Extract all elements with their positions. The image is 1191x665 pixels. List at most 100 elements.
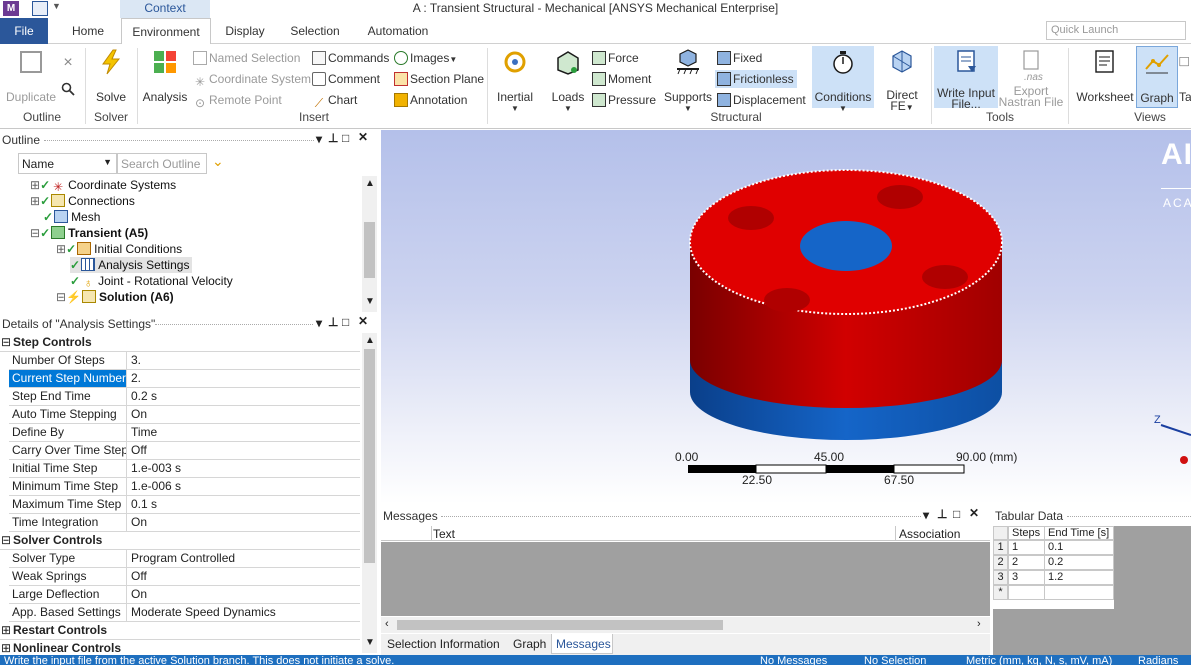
tab-selection-information[interactable]: Selection Information [387, 637, 500, 651]
detail-row[interactable]: Time Integration On [9, 514, 360, 532]
bolt-hole[interactable] [922, 265, 968, 289]
detail-row[interactable]: Step End Time 0.2 s [9, 388, 360, 406]
pin-icon[interactable]: ⊥ [937, 507, 947, 521]
tree-item-solution[interactable]: ⊟⚡ Solution (A6) [56, 289, 174, 305]
bolt-hole[interactable] [877, 185, 923, 209]
frictionless-button[interactable]: Frictionless [715, 70, 797, 88]
worksheet-button[interactable]: Worksheet [1074, 48, 1136, 104]
section-step-controls[interactable]: ⊟ Step Controls [0, 334, 360, 352]
tab-selection[interactable]: Selection [280, 18, 350, 44]
pin-icon[interactable]: ⊥ [328, 315, 338, 329]
tree-item-transient[interactable]: ⊟✓ Transient (A5) [30, 225, 148, 241]
force-button[interactable]: Force [592, 49, 639, 67]
tree-item-analysis-settings[interactable]: ✓ Analysis Settings [70, 257, 193, 273]
close-icon[interactable]: ✕ [969, 506, 979, 520]
column-text[interactable]: Text [433, 527, 455, 541]
section-restart-controls[interactable]: ⊞ Restart Controls [0, 622, 360, 640]
detail-row[interactable]: App. Based Settings Moderate Speed Dynami… [9, 604, 360, 622]
annotation-button[interactable]: Annotation [394, 91, 467, 109]
bolt-hole[interactable] [728, 206, 774, 230]
tab-messages[interactable]: Messages [551, 634, 613, 654]
cell-step[interactable]: 1 [1008, 540, 1045, 555]
messages-list[interactable] [381, 542, 990, 616]
close-icon[interactable]: ✕ [358, 130, 368, 144]
tree-item-mesh[interactable]: ✓ Mesh [43, 209, 100, 225]
new-row-marker[interactable]: * [993, 585, 1008, 600]
pin-icon[interactable]: ⊥ [328, 131, 338, 145]
section-plane-button[interactable]: Section Plane [394, 70, 484, 88]
filter-expand-icon[interactable]: ⌄ [212, 153, 224, 170]
detail-row[interactable]: Maximum Time Step 0.1 s [9, 496, 360, 514]
maximize-icon[interactable]: □ [342, 131, 349, 145]
chart-button[interactable]: ⟋ Chart [312, 91, 358, 110]
column-steps[interactable]: Steps [1008, 526, 1045, 540]
details-scrollbar[interactable]: ▲ ▼ [362, 333, 377, 653]
detail-row[interactable]: Auto Time Stepping On [9, 406, 360, 424]
supports-button[interactable]: Supports ▼ [664, 48, 712, 113]
named-selection-button[interactable]: Named Selection [193, 49, 300, 67]
tab-home[interactable]: Home [60, 18, 116, 44]
detail-row[interactable]: Carry Over Time Step Off [9, 442, 360, 460]
solve-button[interactable]: Solve [90, 48, 132, 104]
maximize-icon[interactable]: □ [953, 507, 960, 521]
write-input-file-button[interactable]: Write Input File... [934, 46, 998, 110]
status-angle[interactable]: Radians [1138, 655, 1178, 665]
cell-step[interactable]: 3 [1008, 570, 1045, 585]
detail-row[interactable]: Minimum Time Step 1.e-006 s [9, 478, 360, 496]
cell-end-time[interactable]: 0.2 [1044, 555, 1114, 570]
detail-row[interactable]: Define By Time [9, 424, 360, 442]
messages-hscrollbar[interactable]: ‹ › [381, 617, 990, 633]
tab-graph[interactable]: Graph [513, 637, 546, 651]
graph-button[interactable]: Graph [1136, 46, 1178, 108]
coordinate-system-button[interactable]: ✳ Coordinate System [193, 70, 311, 89]
inertial-button[interactable]: Inertial ▼ [494, 48, 536, 113]
section-solver-controls[interactable]: ⊟ Solver Controls [0, 532, 360, 550]
delete-icon[interactable]: × [60, 54, 76, 72]
detail-row[interactable]: Weak Springs Off [9, 568, 360, 586]
tree-item-coordinate-systems[interactable]: ⊞✓ ✳ Coordinate Systems [30, 177, 176, 194]
graphics-viewport[interactable]: AI ACA 0.00 45.00 90.00 (mm) 22.50 67.50… [381, 130, 1191, 504]
images-button[interactable]: Images▼ [394, 49, 457, 67]
moment-button[interactable]: Moment [592, 70, 651, 88]
bolt-hole[interactable] [764, 288, 810, 312]
analysis-button[interactable]: Analysis [141, 48, 189, 104]
tabular-button[interactable]: Ta [1179, 48, 1191, 104]
tab-file[interactable]: File [0, 18, 48, 44]
maximize-icon[interactable]: □ [342, 315, 349, 329]
outline-scrollbar[interactable]: ▲ ▼ [362, 176, 377, 312]
cell-step[interactable]: 2 [1008, 555, 1045, 570]
status-messages[interactable]: No Messages [760, 655, 827, 665]
export-nastran-button[interactable]: .nas Export Nastran File [998, 48, 1064, 108]
cell-step[interactable] [1008, 585, 1045, 600]
comment-button[interactable]: Comment [312, 70, 380, 88]
tab-environment[interactable]: Environment [121, 18, 211, 45]
commands-button[interactable]: Commands [312, 49, 389, 67]
detail-row[interactable]: Number Of Steps 3. [9, 352, 360, 370]
center-bore[interactable] [800, 221, 892, 271]
loads-button[interactable]: Loads ▼ [549, 48, 587, 113]
find-icon[interactable] [60, 82, 76, 99]
dropdown-icon[interactable]: ▾ [316, 132, 322, 146]
cell-end-time[interactable] [1044, 585, 1114, 600]
dropdown-icon[interactable]: ▾ [316, 316, 322, 330]
detail-row[interactable]: Initial Time Step 1.e-003 s [9, 460, 360, 478]
tree-item-connections[interactable]: ⊞✓ Connections [30, 193, 135, 209]
tab-automation[interactable]: Automation [356, 18, 440, 44]
detail-row[interactable]: Solver Type Program Controlled [9, 550, 360, 568]
status-selection[interactable]: No Selection [864, 655, 926, 665]
conditions-button[interactable]: Conditions ▼ [812, 46, 874, 113]
column-association[interactable]: Association [899, 527, 960, 541]
detail-row-selected[interactable]: Current Step Number 2. [9, 370, 360, 388]
remote-point-button[interactable]: ⊙ Remote Point [193, 91, 282, 110]
fixed-button[interactable]: Fixed [717, 49, 762, 67]
search-outline-input[interactable]: Search Outline [117, 153, 207, 174]
status-units[interactable]: Metric (mm, kg, N, s, mV, mA) [966, 655, 1112, 665]
tree-item-initial-conditions[interactable]: ⊞✓ Initial Conditions [56, 241, 182, 257]
displacement-button[interactable]: Displacement [717, 91, 806, 109]
close-icon[interactable]: ✕ [358, 314, 368, 328]
cell-end-time[interactable]: 1.2 [1044, 570, 1114, 585]
tree-item-joint-rotational-velocity[interactable]: ✓ ♁ Joint - Rotational Velocity [70, 273, 233, 290]
column-end-time[interactable]: End Time [s] [1044, 526, 1114, 540]
cell-end-time[interactable]: 0.1 [1044, 540, 1114, 555]
model-canvas[interactable] [381, 130, 1191, 504]
